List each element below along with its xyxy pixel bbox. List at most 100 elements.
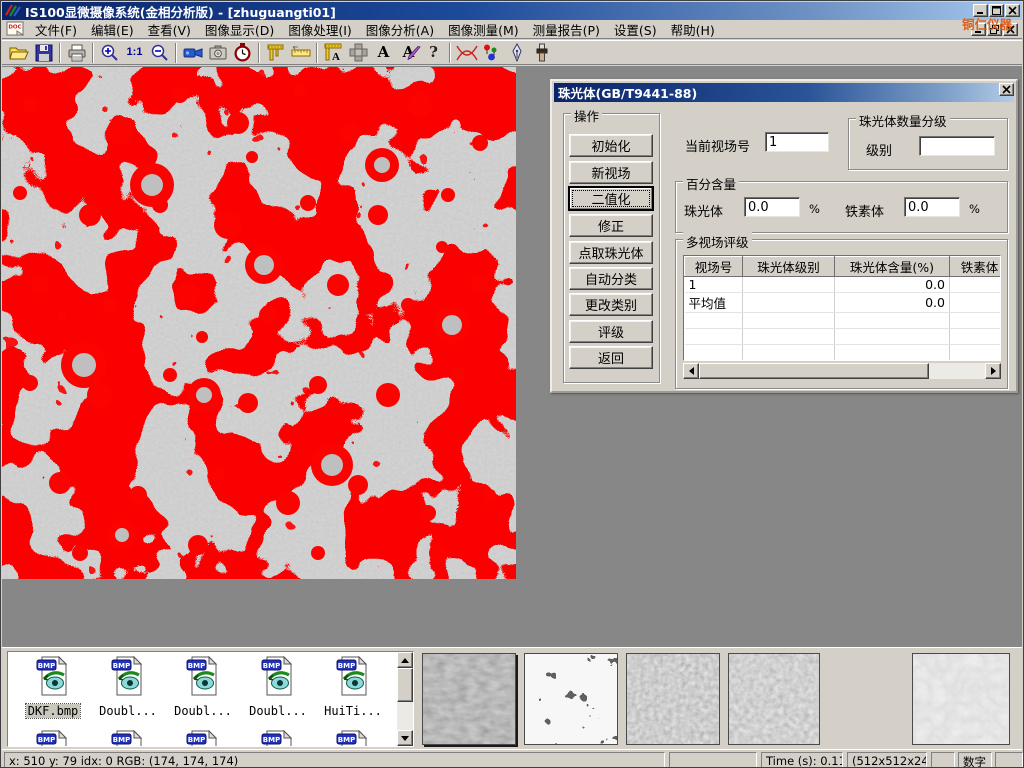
file-item[interactable]: BMP xyxy=(241,730,315,747)
column-header-level[interactable]: 珠光体级别 xyxy=(743,257,835,277)
preview-thumbnail[interactable] xyxy=(912,653,1010,745)
pearlite-dialog: 珠光体(GB/T9441-88) 操作 初始化 新视场 二值化 修正 点取珠光体… xyxy=(550,79,1018,393)
annotate-icon[interactable]: A xyxy=(396,42,421,64)
operation-group-label: 操作 xyxy=(571,106,602,125)
zoom-in-icon[interactable] xyxy=(97,42,122,64)
scrollbar-thumb[interactable] xyxy=(699,363,929,379)
brush-tool-icon[interactable] xyxy=(529,42,554,64)
curve-cut-icon[interactable] xyxy=(454,42,479,64)
metallograph-svg xyxy=(2,67,516,579)
toolbar-separator xyxy=(258,43,260,63)
bmp-file-icon: BMP xyxy=(186,656,220,696)
change-class-button[interactable]: 更改类别 xyxy=(569,293,653,316)
menu-view[interactable]: 查看(V) xyxy=(141,18,198,41)
scroll-left-button[interactable] xyxy=(683,363,699,379)
svg-text:BMP: BMP xyxy=(113,736,130,744)
metallograph-image[interactable] xyxy=(2,67,516,579)
file-list-scrollbar[interactable] xyxy=(397,652,413,746)
cell-level xyxy=(743,277,835,293)
capture-camera-icon[interactable] xyxy=(205,42,230,64)
preview-thumbnail[interactable] xyxy=(626,653,720,745)
scroll-up-button[interactable] xyxy=(397,652,413,668)
menu-image-display[interactable]: 图像显示(D) xyxy=(198,18,281,41)
column-header-field[interactable]: 视场号 xyxy=(685,257,743,277)
ferrite-label: 铁素体 xyxy=(845,201,884,220)
dialog-title-bar[interactable]: 珠光体(GB/T9441-88) xyxy=(554,83,1014,102)
menu-image-measure[interactable]: 图像测量(M) xyxy=(441,18,526,41)
table-row[interactable]: 平均值 0.0 xyxy=(685,293,1002,313)
preview-thumbnail[interactable] xyxy=(422,653,516,745)
file-item[interactable]: BMP HuiTi... xyxy=(316,656,390,719)
binarize-button[interactable]: 二值化 xyxy=(569,187,653,210)
file-list: BMP DKF.bmp BMP Doubl... xyxy=(7,651,414,747)
actual-size-icon[interactable]: 1:1 xyxy=(122,42,147,64)
document-icon: DOC xyxy=(6,21,26,37)
print-icon[interactable] xyxy=(64,42,89,64)
ruler-icon[interactable] xyxy=(288,42,313,64)
preview-thumbnail[interactable] xyxy=(728,653,820,745)
file-item[interactable]: BMP xyxy=(166,730,240,747)
video-camera-icon[interactable] xyxy=(180,42,205,64)
scroll-down-button[interactable] xyxy=(397,730,413,746)
scroll-right-button[interactable] xyxy=(985,363,1001,379)
file-item[interactable]: BMP xyxy=(316,730,390,747)
return-button[interactable]: 返回 xyxy=(569,346,653,369)
file-item[interactable]: BMP xyxy=(91,730,165,747)
pen-tool-icon[interactable] xyxy=(504,42,529,64)
menu-settings[interactable]: 设置(S) xyxy=(607,18,664,41)
rate-button[interactable]: 评级 xyxy=(569,320,653,343)
zoom-out-icon[interactable] xyxy=(147,42,172,64)
column-header-content[interactable]: 珠光体含量(%) xyxy=(835,257,950,277)
file-item[interactable]: BMP Doubl... xyxy=(241,656,315,719)
menu-file[interactable]: 文件(F) xyxy=(28,18,84,41)
measure-text-icon[interactable]: A xyxy=(321,42,346,64)
table-row xyxy=(685,345,1002,361)
pearlite-percent-input[interactable] xyxy=(744,197,800,217)
text-tool-icon[interactable]: A xyxy=(371,42,396,64)
table-horizontal-scrollbar[interactable] xyxy=(683,363,1001,379)
toolbar-separator xyxy=(59,43,61,63)
svg-text:A: A xyxy=(332,51,340,62)
initialize-button[interactable]: 初始化 xyxy=(569,134,653,157)
app-logo-icon xyxy=(5,2,21,21)
ferrite-percent-input[interactable] xyxy=(904,197,960,217)
toolbar-separator xyxy=(175,43,177,63)
file-name: Doubl... xyxy=(247,704,309,718)
timer-clock-icon[interactable] xyxy=(230,42,255,64)
column-header-ferrite[interactable]: 铁素体 xyxy=(950,257,1002,277)
caliper-icon[interactable] xyxy=(263,42,288,64)
new-field-button[interactable]: 新视场 xyxy=(569,161,653,184)
menu-image-analysis[interactable]: 图像分析(A) xyxy=(359,18,441,41)
menu-bar: DOC 文件(F) 编辑(E) 查看(V) 图像显示(D) 图像处理(I) 图像… xyxy=(2,20,1022,39)
toolbar: 1:1 A A A xyxy=(2,40,1022,65)
file-item[interactable]: BMP Doubl... xyxy=(166,656,240,719)
dialog-close-button[interactable] xyxy=(999,83,1014,96)
grid-tool-icon[interactable] xyxy=(346,42,371,64)
file-item[interactable]: BMP xyxy=(16,730,90,747)
application-window: IS100显微摄像系统(金相分析版) - [zhuguangti01] 铜仁仪器… xyxy=(0,0,1024,768)
auto-classify-button[interactable]: 自动分类 xyxy=(569,267,653,290)
menu-edit[interactable]: 编辑(E) xyxy=(84,18,141,41)
pick-pearlite-button[interactable]: 点取珠光体 xyxy=(569,241,653,264)
level-input[interactable] xyxy=(919,136,995,156)
scrollbar-thumb[interactable] xyxy=(397,668,413,702)
menu-measure-report[interactable]: 测量报告(P) xyxy=(526,18,607,41)
bmp-file-icon: BMP xyxy=(336,730,370,747)
preview-thumbnail[interactable] xyxy=(524,653,618,745)
save-icon[interactable] xyxy=(31,42,56,64)
menu-image-processing[interactable]: 图像处理(I) xyxy=(281,18,358,41)
svg-text:BMP: BMP xyxy=(188,662,205,670)
open-icon[interactable] xyxy=(6,42,31,64)
table-row[interactable]: 1 0.0 xyxy=(685,277,1002,293)
phase-mark-icon[interactable] xyxy=(479,42,504,64)
cell-content: 0.0 xyxy=(835,293,950,313)
current-field-input[interactable] xyxy=(765,132,829,152)
bmp-file-icon: BMP xyxy=(336,656,370,696)
help-icon[interactable]: ? xyxy=(421,42,446,64)
cell-level xyxy=(743,293,835,313)
file-item[interactable]: BMP Doubl... xyxy=(91,656,165,719)
menu-help[interactable]: 帮助(H) xyxy=(664,18,722,41)
correct-button[interactable]: 修正 xyxy=(569,214,653,237)
pearlite-label: 珠光体 xyxy=(684,201,723,220)
file-item[interactable]: BMP DKF.bmp xyxy=(16,656,90,719)
